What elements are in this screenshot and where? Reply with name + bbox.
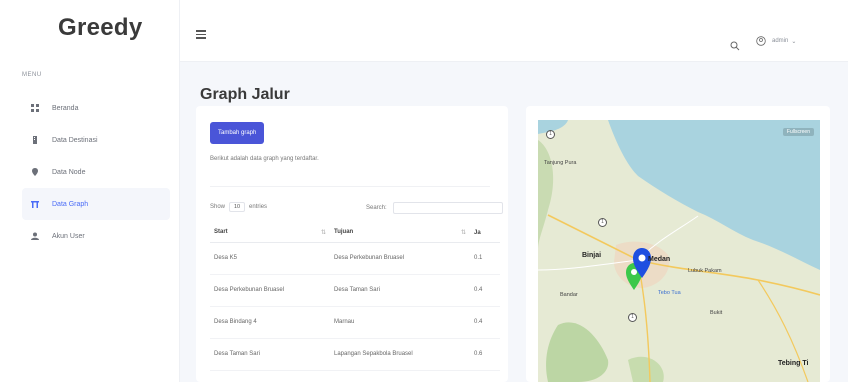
- sidebar-nav: Beranda Data Destinasi Data Node Data Gr…: [22, 92, 170, 252]
- map-label-bandar: Bandar: [560, 292, 578, 298]
- search-input[interactable]: [392, 202, 503, 214]
- map-label-lubuk-pakam: Lubuk Pakam: [688, 268, 722, 274]
- sort-icon: ⇅: [320, 230, 326, 237]
- cell-tujuan: Desa Perkebunan Bruasel: [330, 242, 470, 275]
- graph-table: Start ⇅ Tujuan ⇅ Ja Desa K5 Desa Perkebuna…: [210, 224, 500, 371]
- sidebar-item-label: Akun User: [52, 232, 85, 240]
- brand-logo[interactable]: Greedy: [58, 14, 143, 42]
- road-number-badge: 1: [628, 313, 637, 322]
- column-header-tujuan[interactable]: Tujuan ⇅: [330, 224, 470, 243]
- cell-jarak: 0.4: [470, 274, 500, 307]
- chevron-down-icon: ⌄: [791, 38, 797, 45]
- entries-select[interactable]: 10: [229, 202, 246, 212]
- user-name: admin: [772, 38, 789, 44]
- entries-label: entries: [249, 204, 268, 210]
- map-label-medan: Medan: [648, 256, 671, 263]
- route-map[interactable]: Fullscreen 1 1 1 Tanjung Pura Binjai Med…: [538, 120, 820, 382]
- user-icon: [30, 231, 40, 241]
- cell-jarak: 0.1: [470, 242, 500, 275]
- graph-icon: [30, 199, 40, 209]
- sort-icon: ⇅: [460, 230, 466, 237]
- page-title: Graph Jalur: [200, 86, 290, 103]
- cell-start: Desa Taman Sari: [210, 338, 330, 371]
- sidebar-item-label: Data Destinasi: [52, 136, 98, 144]
- search-icon[interactable]: [730, 38, 740, 51]
- map-label-tanjung-pura: Tanjung Pura: [544, 160, 577, 166]
- add-graph-button[interactable]: Tambah graph: [210, 122, 265, 144]
- table-row[interactable]: Desa Perkebunan Bruasel Desa Taman Sari …: [210, 274, 500, 307]
- road-number-badge: 1: [598, 218, 607, 227]
- cell-jarak: 0.4: [470, 306, 500, 339]
- hamburger-menu-icon[interactable]: [196, 30, 206, 39]
- sidebar: Greedy MENU Beranda Data Destinasi Data …: [0, 0, 180, 382]
- map-pin-icon: [30, 167, 40, 177]
- show-entries: Show 10 entries: [210, 202, 267, 212]
- map-label-tebing-tinggi: Tebing Ti: [778, 360, 809, 367]
- menu-section-label: MENU: [22, 72, 42, 78]
- map-canvas: [538, 120, 820, 382]
- sidebar-item-data-node[interactable]: Data Node: [22, 156, 170, 188]
- map-label-bukit: Bukit: [710, 310, 723, 316]
- table-row[interactable]: Desa Bindang 4 Marnau 0.4: [210, 306, 500, 339]
- sidebar-item-data-graph[interactable]: Data Graph: [22, 188, 170, 220]
- road-number-badge: 1: [546, 130, 555, 139]
- sidebar-item-label: Beranda: [52, 104, 79, 112]
- column-header-jarak[interactable]: Ja: [470, 224, 500, 243]
- table-description: Berikut adalah data graph yang terdaftar…: [210, 156, 319, 162]
- map-label-binjai: Binjai: [582, 252, 602, 259]
- search-label: Search:: [366, 205, 387, 211]
- cell-tujuan: Desa Taman Sari: [330, 274, 470, 307]
- cell-start: Desa Perkebunan Bruasel: [210, 274, 330, 307]
- sidebar-item-label: Data Node: [52, 168, 86, 176]
- map-card: Fullscreen 1 1 1 Tanjung Pura Binjai Med…: [526, 106, 830, 382]
- map-fullscreen-button[interactable]: Fullscreen: [782, 128, 814, 136]
- map-label-tebo-tua: Tebo Tua: [658, 290, 681, 296]
- user-menu[interactable]: admin ⌄: [756, 36, 796, 46]
- table-search: Search:: [366, 202, 503, 214]
- sidebar-item-beranda[interactable]: Beranda: [22, 92, 170, 124]
- table-row[interactable]: Desa K5 Desa Perkebunan Bruasel 0.1: [210, 242, 500, 275]
- show-label: Show: [210, 204, 226, 210]
- table-header-row: Start ⇅ Tujuan ⇅ Ja: [210, 224, 500, 243]
- building-icon: [30, 135, 40, 145]
- sidebar-item-akun-user[interactable]: Akun User: [22, 220, 170, 252]
- cell-jarak: 0.6: [470, 338, 500, 371]
- table-row[interactable]: Desa Taman Sari Lapangan Sepakbola Bruas…: [210, 338, 500, 371]
- top-header: admin ⌄: [180, 0, 848, 62]
- user-circle-icon: [756, 36, 766, 46]
- cell-start: Desa Bindang 4: [210, 306, 330, 339]
- sidebar-item-data-destinasi[interactable]: Data Destinasi: [22, 124, 170, 156]
- graph-table-card: Tambah graph Berikut adalah data graph y…: [196, 106, 508, 382]
- cell-start: Desa K5: [210, 242, 330, 275]
- cell-tujuan: Marnau: [330, 306, 470, 339]
- column-header-start[interactable]: Start ⇅: [210, 224, 330, 243]
- cell-tujuan: Lapangan Sepakbola Bruasel: [330, 338, 470, 371]
- sidebar-item-label: Data Graph: [52, 200, 89, 208]
- divider: [210, 186, 490, 187]
- grid-icon: [30, 103, 40, 113]
